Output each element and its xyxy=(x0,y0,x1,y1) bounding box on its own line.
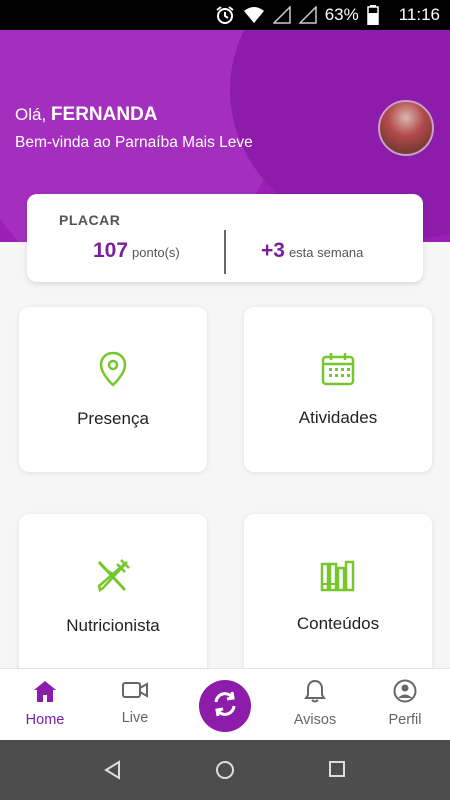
tile-atividades[interactable]: Atividades xyxy=(244,307,432,472)
signal-icon-2 xyxy=(298,6,317,24)
nav-perfil[interactable]: Perfil xyxy=(370,679,440,728)
wifi-icon xyxy=(243,6,265,24)
score-week: +3 esta semana xyxy=(261,239,363,263)
nav-label: Live xyxy=(121,710,149,726)
tile-conteudos[interactable]: Conteúdos xyxy=(244,514,432,679)
location-pin-icon xyxy=(99,351,127,387)
greeting: Olá, FERNANDA xyxy=(15,104,158,126)
nav-label: Perfil xyxy=(388,712,422,728)
battery-icon xyxy=(366,5,379,25)
greeting-prefix: Olá, xyxy=(15,105,47,124)
score-title: PLACAR xyxy=(59,212,121,228)
home-circle-icon[interactable] xyxy=(215,760,235,785)
clock-time: 11:16 xyxy=(398,5,440,24)
video-camera-icon xyxy=(121,679,149,706)
calendar-icon xyxy=(321,352,355,386)
nav-label: Home xyxy=(25,712,65,728)
bell-icon xyxy=(303,679,327,708)
tile-label: Nutricionista xyxy=(66,615,160,635)
score-card: PLACAR 107 ponto(s) +3 esta semana xyxy=(27,194,423,282)
profile-icon xyxy=(393,679,417,708)
user-name: FERNANDA xyxy=(50,104,158,125)
bottom-nav: Home Live Avisos Perfil xyxy=(0,668,450,740)
nav-home[interactable]: Home xyxy=(10,679,80,728)
points-unit: ponto(s) xyxy=(132,245,180,260)
week-points-label: esta semana xyxy=(288,245,364,260)
tile-presenca[interactable]: Presença xyxy=(19,307,207,472)
sync-button[interactable] xyxy=(199,680,251,732)
avatar[interactable] xyxy=(378,100,434,156)
nav-live[interactable]: Live xyxy=(100,679,170,726)
tile-label: Atividades xyxy=(298,407,378,427)
android-nav-bar xyxy=(0,740,450,800)
books-icon xyxy=(320,560,356,592)
fork-knife-icon xyxy=(95,558,131,594)
home-icon xyxy=(32,679,58,708)
nav-label: Avisos xyxy=(293,712,337,728)
nav-avisos[interactable]: Avisos xyxy=(280,679,350,728)
week-points-value: +3 xyxy=(261,239,285,262)
tile-nutricionista[interactable]: Nutricionista xyxy=(19,514,207,679)
welcome-message: Bem-vinda ao Parnaíba Mais Leve xyxy=(15,134,253,151)
sync-icon xyxy=(210,689,240,724)
score-points: 107 ponto(s) xyxy=(93,239,180,263)
recents-icon[interactable] xyxy=(328,760,346,783)
battery-percent: 63% xyxy=(324,5,359,24)
score-divider xyxy=(224,230,226,274)
status-bar: 63% 11:16 xyxy=(0,0,450,30)
tile-label: Presença xyxy=(77,408,149,428)
back-icon[interactable] xyxy=(103,760,123,785)
tile-label: Conteúdos xyxy=(296,613,380,633)
signal-icon xyxy=(272,6,291,24)
alarm-icon xyxy=(215,5,235,25)
points-value: 107 xyxy=(93,239,129,262)
